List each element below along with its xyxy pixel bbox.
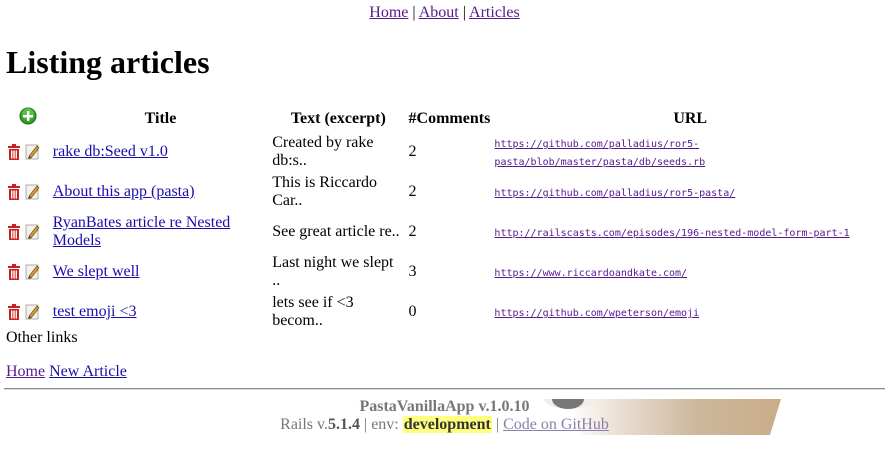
- trash-icon[interactable]: [7, 224, 21, 241]
- pencil-icon[interactable]: [25, 224, 41, 240]
- article-excerpt: This is Riccardo Car..: [272, 174, 378, 209]
- row-actions: [6, 173, 50, 211]
- article-excerpt: Last night we slept ..: [272, 254, 394, 289]
- article-title-link[interactable]: We slept well: [53, 263, 140, 280]
- table-row: We slept well Last night we slept .. 3 h…: [6, 253, 887, 291]
- article-url-link[interactable]: https://github.com/wpeterson/emoji: [494, 308, 699, 319]
- article-title-link[interactable]: RyanBates article re Nested Models: [53, 214, 231, 249]
- table-header-row: Title Text (excerpt) #Comments URL: [6, 106, 887, 131]
- article-excerpt: Created by rake db:s..: [272, 134, 374, 169]
- article-url-link[interactable]: http://railscasts.com/episodes/196-neste…: [494, 228, 849, 239]
- pencil-icon[interactable]: [25, 144, 41, 160]
- nav-about-link[interactable]: About: [419, 4, 459, 21]
- add-article-cell: [6, 106, 50, 131]
- row-actions: [6, 213, 50, 251]
- article-comment-count: 0: [408, 303, 417, 320]
- table-row: About this app (pasta) This is Riccardo …: [6, 173, 887, 211]
- table-row: rake db:Seed v1.0 Created by rake db:s..…: [6, 133, 887, 171]
- add-icon[interactable]: [19, 107, 37, 130]
- footer: PastaVanillaApp v.1.0.10 Rails v.5.1.4 |…: [0, 398, 889, 434]
- page-title: Listing articles: [6, 44, 210, 80]
- nav-separator: |: [412, 4, 416, 21]
- article-comment-count: 2: [408, 143, 417, 160]
- article-title-link[interactable]: About this app (pasta): [53, 183, 195, 200]
- nav-articles-link[interactable]: Articles: [469, 4, 520, 21]
- rails-prefix: Rails v.: [280, 416, 328, 433]
- other-links-heading: Other links: [6, 329, 78, 346]
- row-actions: [6, 133, 50, 171]
- header-title: Title: [144, 109, 177, 127]
- table-row: test emoji <3 lets see if <3 becom.. 0 h…: [6, 293, 887, 331]
- trash-icon[interactable]: [7, 184, 21, 201]
- other-links: Home New Article: [6, 363, 127, 381]
- footer-meta: Rails v.5.1.4 | env: development | Code …: [0, 416, 889, 434]
- article-comment-count: 3: [408, 263, 417, 280]
- header-text: Text (excerpt): [290, 109, 386, 127]
- app-version: PastaVanillaApp v.1.0.10: [359, 398, 530, 415]
- article-excerpt: See great article re..: [272, 223, 400, 240]
- nav-home-link[interactable]: Home: [369, 4, 408, 21]
- nav-separator: |: [462, 4, 466, 21]
- footer-divider: [4, 388, 885, 390]
- articles-table: Title Text (excerpt) #Comments URL rake …: [4, 104, 889, 333]
- article-url-link[interactable]: https://www.riccardoandkate.com/: [494, 268, 687, 279]
- trash-icon[interactable]: [7, 144, 21, 161]
- row-actions: [6, 253, 50, 291]
- pencil-icon[interactable]: [25, 184, 41, 200]
- header-comments: #Comments: [408, 109, 491, 127]
- table-row: RyanBates article re Nested Models See g…: [6, 213, 887, 251]
- row-actions: [6, 293, 50, 331]
- article-title-link[interactable]: rake db:Seed v1.0: [53, 143, 168, 160]
- pencil-icon[interactable]: [25, 264, 41, 280]
- new-article-link[interactable]: New Article: [49, 363, 127, 380]
- article-comment-count: 2: [408, 183, 417, 200]
- pencil-icon[interactable]: [25, 304, 41, 320]
- article-url-link[interactable]: https://github.com/palladius/ror5-pasta/…: [494, 139, 705, 168]
- top-nav: Home | About | Articles: [0, 4, 889, 22]
- trash-icon[interactable]: [7, 264, 21, 281]
- env-label: | env:: [360, 416, 403, 433]
- header-url: URL: [673, 109, 708, 127]
- article-title-link[interactable]: test emoji <3: [53, 303, 137, 320]
- article-comment-count: 2: [408, 223, 417, 240]
- article-url-link[interactable]: https://github.com/palladius/ror5-pasta/: [494, 188, 735, 199]
- trash-icon[interactable]: [7, 304, 21, 321]
- github-link[interactable]: Code on GitHub: [503, 416, 609, 433]
- article-excerpt: lets see if <3 becom..: [272, 294, 354, 329]
- footer-separator: |: [491, 416, 504, 433]
- env-badge: development: [402, 416, 492, 433]
- rails-version: 5.1.4: [328, 416, 360, 433]
- home-link[interactable]: Home: [6, 363, 45, 380]
